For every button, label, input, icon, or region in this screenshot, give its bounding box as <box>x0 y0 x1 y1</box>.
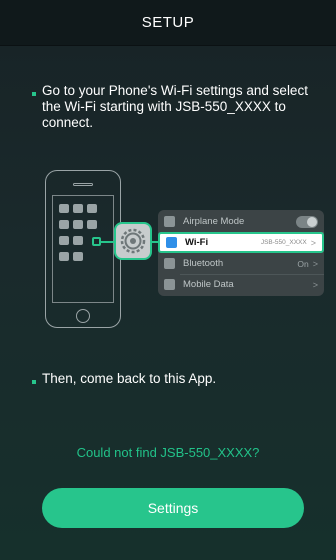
settings-row-wifi: Wi-Fi JSB-550_XXXX > <box>158 232 324 253</box>
row-label: Wi-Fi <box>185 237 209 248</box>
instruction-text: Go to your Phone's Wi-Fi settings and se… <box>42 83 308 130</box>
settings-gear-icon <box>114 222 152 260</box>
app-icon <box>87 220 97 229</box>
bullet-icon <box>32 380 36 384</box>
settings-row-bluetooth: Bluetooth On > <box>158 253 324 274</box>
settings-list: Airplane Mode Wi-Fi JSB-550_XXXX > Bluet… <box>158 210 324 296</box>
settings-button[interactable]: Settings <box>42 488 304 528</box>
instruction-step-1: Go to your Phone's Wi-Fi settings and se… <box>32 83 316 131</box>
row-label: Airplane Mode <box>183 216 245 227</box>
app-icon <box>73 220 83 229</box>
row-label: Bluetooth <box>183 258 224 269</box>
airplane-toggle <box>296 215 318 228</box>
instruction-text: Then, come back to this App. <box>42 371 217 386</box>
row-value: On <box>297 258 309 269</box>
app-icon <box>87 204 97 213</box>
bluetooth-icon <box>164 258 175 269</box>
instruction-step-2: Then, come back to this App. <box>32 371 316 387</box>
phone-illustration <box>45 170 121 328</box>
chevron-right-icon: > <box>310 237 316 248</box>
page-title: SETUP <box>141 14 195 31</box>
home-button-icon <box>76 309 90 323</box>
help-link[interactable]: Could not find JSB-550_XXXX? <box>0 445 336 460</box>
wifi-icon <box>166 237 177 248</box>
app-icon <box>59 204 69 213</box>
gear-icon <box>120 228 146 254</box>
header-bar: SETUP <box>0 0 336 46</box>
phone-screen <box>52 195 114 303</box>
app-icon <box>59 236 69 245</box>
airplane-icon <box>164 216 175 227</box>
antenna-icon <box>164 279 175 290</box>
app-icon <box>59 252 69 261</box>
settings-row-airplane: Airplane Mode <box>158 211 324 232</box>
settings-row-mobile-data: Mobile Data > <box>158 274 324 295</box>
chevron-right-icon: > <box>312 258 318 269</box>
phone-speaker <box>73 183 93 186</box>
row-value: JSB-550_XXXX <box>260 239 307 246</box>
settings-app-highlight <box>92 237 101 246</box>
chevron-right-icon: > <box>312 279 318 290</box>
app-icon <box>73 252 83 261</box>
app-icon <box>73 236 83 245</box>
bullet-icon <box>32 92 36 96</box>
row-label: Mobile Data <box>183 279 234 290</box>
app-icon <box>59 220 69 229</box>
wifi-setup-illustration: Airplane Mode Wi-Fi JSB-550_XXXX > Bluet… <box>40 170 330 340</box>
app-icon <box>73 204 83 213</box>
